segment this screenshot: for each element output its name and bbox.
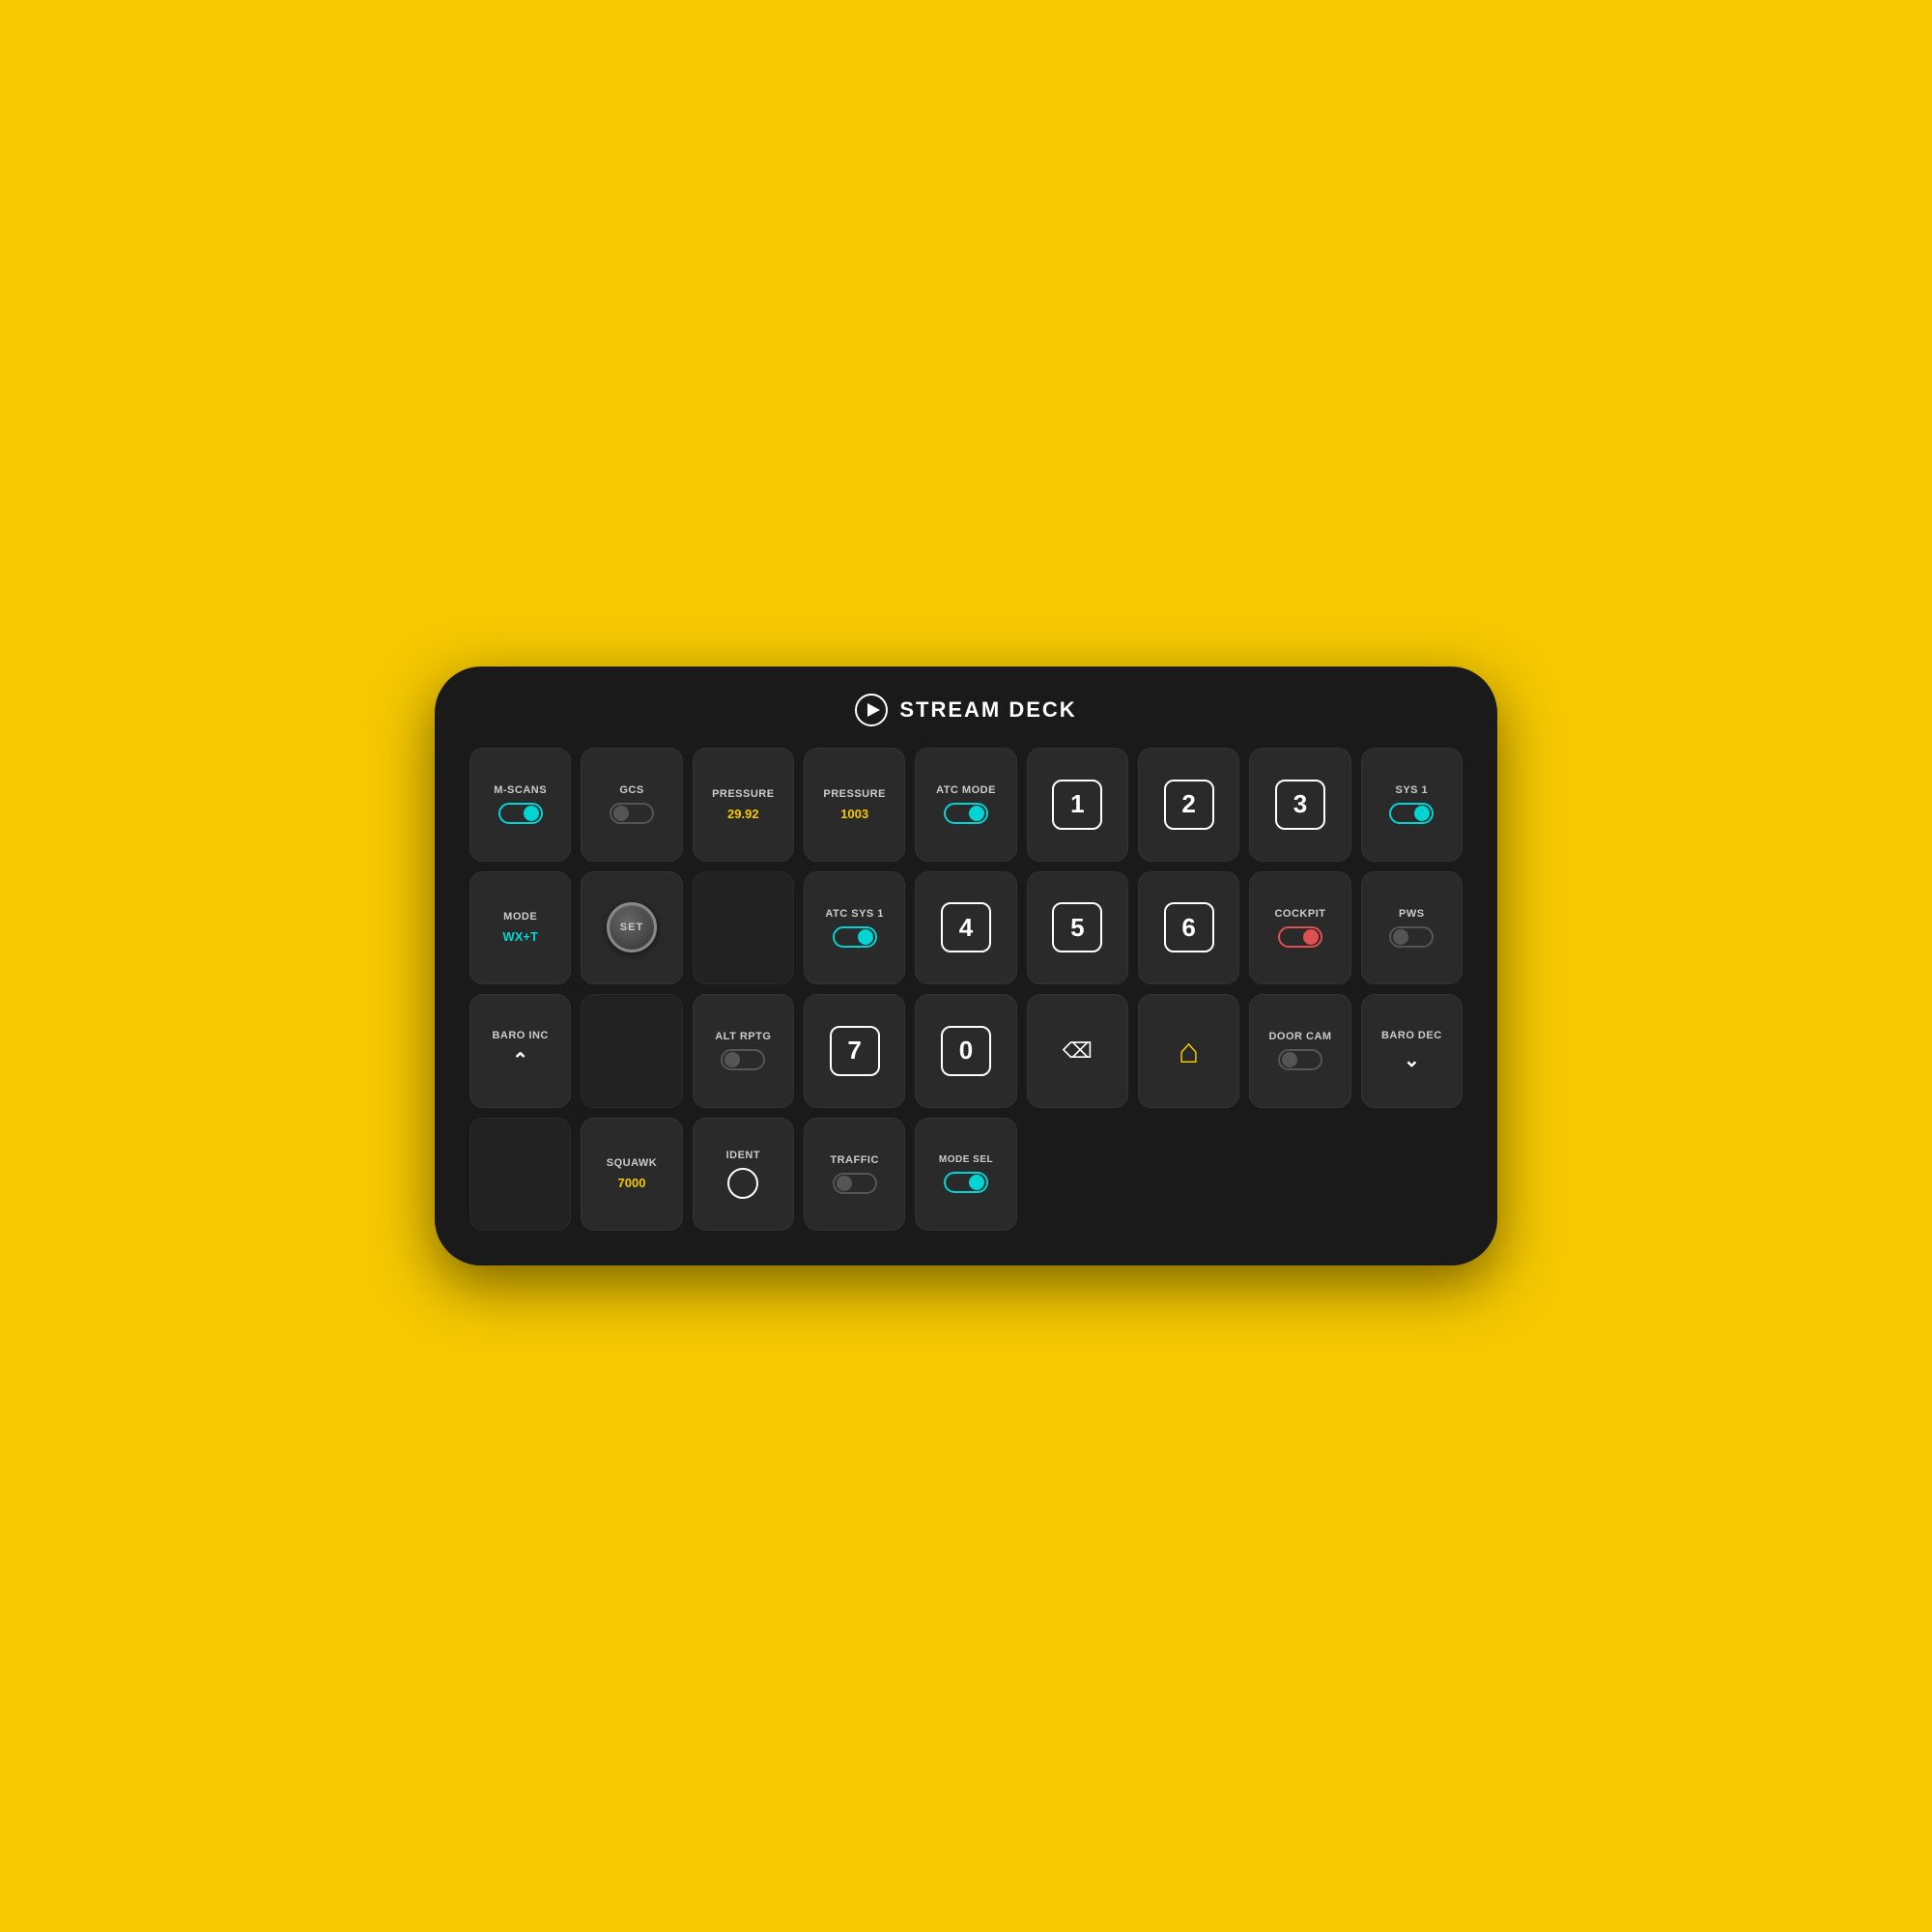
- toggle-atc-mode[interactable]: [944, 803, 988, 824]
- key-label-pressure-1: PRESSURE: [712, 788, 775, 801]
- num-display-2: 2: [1164, 780, 1214, 830]
- toggle-gcs[interactable]: [610, 803, 654, 824]
- key-label-atc-sys-1: ATC SYS 1: [825, 908, 884, 921]
- key-label-gcs: GCS: [619, 784, 643, 797]
- key-squawk[interactable]: SQUAWK 7000: [581, 1118, 682, 1232]
- key-baro-inc[interactable]: BARO INC ⌃: [469, 994, 571, 1108]
- key-num-4[interactable]: 4: [915, 871, 1016, 985]
- toggle-pws[interactable]: [1389, 926, 1434, 948]
- key-label-cockpit: COCKPIT: [1274, 908, 1325, 921]
- toggle-m-scans[interactable]: [498, 803, 543, 824]
- key-alt-rptg[interactable]: ALT RPTG: [693, 994, 794, 1108]
- num-display-4: 4: [941, 902, 991, 952]
- key-label-alt-rptg: ALT RPTG: [715, 1031, 771, 1043]
- key-atc-mode[interactable]: ATC MODE: [915, 748, 1016, 862]
- num-display-3: 3: [1275, 780, 1325, 830]
- stream-deck-device: STREAM DECK M-SCANS GCS PRESSURE 29.92 P…: [435, 667, 1497, 1265]
- key-pressure-1[interactable]: PRESSURE 29.92: [693, 748, 794, 862]
- stream-deck-logo-icon: [855, 694, 888, 726]
- num-display-0: 0: [941, 1026, 991, 1076]
- key-num-0[interactable]: 0: [915, 994, 1016, 1108]
- key-num-1[interactable]: 1: [1027, 748, 1128, 862]
- toggle-alt-rptg[interactable]: [721, 1049, 765, 1070]
- key-empty-r4c4: [469, 1118, 571, 1232]
- key-cockpit[interactable]: COCKPIT: [1249, 871, 1350, 985]
- set-button[interactable]: SET: [607, 902, 657, 952]
- toggle-mode-sel[interactable]: [944, 1172, 988, 1193]
- toggle-atc-sys-1[interactable]: [833, 926, 877, 948]
- key-num-3[interactable]: 3: [1249, 748, 1350, 862]
- key-value-squawk: 7000: [618, 1176, 646, 1190]
- key-empty-r2c4: [693, 871, 794, 985]
- key-num-5[interactable]: 5: [1027, 871, 1128, 985]
- key-value-pressure-2: 1003: [840, 807, 868, 821]
- key-label-baro-dec: BARO DEC: [1381, 1030, 1442, 1042]
- key-label-atc-mode: ATC MODE: [936, 784, 996, 797]
- app-title: STREAM DECK: [899, 697, 1076, 723]
- ident-circle[interactable]: [727, 1168, 758, 1199]
- key-pws[interactable]: PWS: [1361, 871, 1463, 985]
- num-display-1: 1: [1052, 780, 1102, 830]
- key-atc-sys-1[interactable]: ATC SYS 1: [804, 871, 905, 985]
- key-label-pws: PWS: [1399, 908, 1425, 921]
- key-label-squawk: SQUAWK: [607, 1157, 658, 1170]
- toggle-door-cam[interactable]: [1278, 1049, 1322, 1070]
- num-display-6: 6: [1164, 902, 1214, 952]
- key-pressure-2[interactable]: PRESSURE 1003: [804, 748, 905, 862]
- chevron-up-icon: ⌃: [512, 1048, 528, 1072]
- key-label-baro-inc: BARO INC: [492, 1030, 548, 1042]
- key-num-7[interactable]: 7: [804, 994, 905, 1108]
- key-empty-r3c4: [581, 994, 682, 1108]
- toggle-traffic[interactable]: [833, 1173, 877, 1194]
- key-traffic[interactable]: TRAFFIC: [804, 1118, 905, 1232]
- key-value-mode: WX+T: [502, 929, 537, 944]
- key-label-door-cam: DOOR CAM: [1268, 1031, 1331, 1043]
- toggle-cockpit[interactable]: [1278, 926, 1322, 948]
- key-home[interactable]: ⌂: [1138, 994, 1239, 1108]
- key-gcs[interactable]: GCS: [581, 748, 682, 862]
- key-label-pressure-2: PRESSURE: [823, 788, 886, 801]
- key-mode[interactable]: MODE WX+T: [469, 871, 571, 985]
- num-display-7: 7: [830, 1026, 880, 1076]
- key-value-pressure-1: 29.92: [727, 807, 759, 821]
- toggle-sys-1[interactable]: [1389, 803, 1434, 824]
- key-mode-sel[interactable]: MODE SEL: [915, 1118, 1016, 1232]
- key-m-scans[interactable]: M-SCANS: [469, 748, 571, 862]
- key-num-2[interactable]: 2: [1138, 748, 1239, 862]
- key-num-6[interactable]: 6: [1138, 871, 1239, 985]
- key-label-traffic: TRAFFIC: [830, 1154, 879, 1167]
- chevron-down-icon: ⌄: [1404, 1048, 1420, 1072]
- key-backspace[interactable]: ⌫: [1027, 994, 1128, 1108]
- key-label-m-scans: M-SCANS: [494, 784, 547, 797]
- key-door-cam[interactable]: DOOR CAM: [1249, 994, 1350, 1108]
- key-label-sys-1: SYS 1: [1395, 784, 1428, 797]
- backspace-icon: ⌫: [1063, 1038, 1093, 1064]
- home-icon: ⌂: [1179, 1031, 1200, 1071]
- key-baro-dec[interactable]: BARO DEC ⌄: [1361, 994, 1463, 1108]
- key-ident[interactable]: IDENT: [693, 1118, 794, 1232]
- key-sys-1[interactable]: SYS 1: [1361, 748, 1463, 862]
- key-set[interactable]: SET: [581, 871, 682, 985]
- key-label-mode-sel: MODE SEL: [939, 1154, 993, 1166]
- device-header: STREAM DECK: [855, 694, 1076, 726]
- num-display-5: 5: [1052, 902, 1102, 952]
- key-grid: M-SCANS GCS PRESSURE 29.92 PRESSURE 1003…: [469, 748, 1463, 1231]
- key-label-ident: IDENT: [726, 1150, 761, 1162]
- key-label-mode: MODE: [503, 911, 537, 923]
